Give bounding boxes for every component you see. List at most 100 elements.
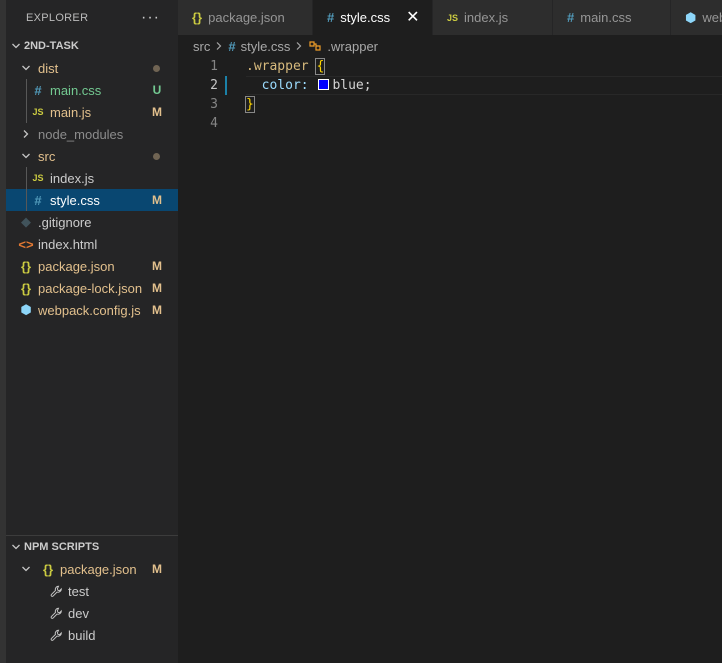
line-number: 4 xyxy=(210,116,218,131)
indent-guide xyxy=(26,167,27,189)
tab-label: package.json xyxy=(208,10,285,25)
npm-script-dev[interactable]: dev xyxy=(6,602,178,624)
git-status-badge: M xyxy=(152,193,162,207)
chevron-right-icon xyxy=(18,129,34,139)
tree-item-node-modules[interactable]: node_modules xyxy=(6,123,178,145)
npm-script-list: test dev build xyxy=(6,580,178,646)
chevron-down-icon xyxy=(18,63,34,73)
npm-scripts-header[interactable]: NPM SCRIPTS xyxy=(6,536,178,558)
npm-scripts-title: NPM SCRIPTS xyxy=(24,541,100,553)
tree-item-gitignore[interactable]: ◆ .gitignore xyxy=(6,211,178,233)
tree-item-src[interactable]: src xyxy=(6,145,178,167)
code-line-current[interactable]: 2 color: blue; xyxy=(178,76,722,95)
git-status-badge: M xyxy=(152,259,162,273)
tab-index-js[interactable]: JS index.js xyxy=(433,0,553,35)
code-editor[interactable]: 1 .wrapper { 2 color: blue; 3 } 4 xyxy=(178,57,722,663)
tab-label: style.css xyxy=(340,10,391,25)
git-status-badge: M xyxy=(152,281,162,295)
tree-item-main-js[interactable]: JS main.js M xyxy=(6,101,178,123)
code-line[interactable]: 4 xyxy=(178,114,722,133)
explorer-title: EXPLORER xyxy=(26,11,89,24)
editor-tabs: {} package.json # style.css ✕ JS index.js # main… xyxy=(178,0,722,35)
tree-item-index-js[interactable]: JS index.js xyxy=(6,167,178,189)
json-file-icon: {} xyxy=(192,10,203,25)
tab-style-css[interactable]: # style.css ✕ xyxy=(313,0,433,35)
modified-dot xyxy=(153,64,160,72)
code-line[interactable]: 1 .wrapper { xyxy=(178,57,722,76)
css-file-icon: # xyxy=(327,10,335,25)
code-line[interactable]: 3 } xyxy=(178,95,722,114)
indent-guide xyxy=(26,189,27,211)
tree-item-package-lock-json[interactable]: {} package-lock.json M xyxy=(6,277,178,299)
explorer-sidebar: EXPLORER ··· 2ND-TASK dist # main.css U JS ma… xyxy=(6,0,178,663)
chevron-right-icon xyxy=(295,41,303,51)
npm-package-label: package.json xyxy=(60,561,137,577)
tree-item-label: src xyxy=(38,148,56,164)
tab-webpack-config-js[interactable]: ⬢ webpack.config.js xyxy=(671,0,722,35)
js-file-icon: JS xyxy=(32,173,44,183)
npm-script-label: build xyxy=(68,627,96,643)
tree-item-label: node_modules xyxy=(38,126,124,142)
project-name: 2ND-TASK xyxy=(24,40,79,52)
webpack-file-icon: ⬢ xyxy=(685,9,697,25)
tree-item-label: style.css xyxy=(50,192,100,208)
chevron-down-icon xyxy=(8,41,24,51)
tree-item-label: dist xyxy=(38,60,59,76)
git-status-badge: M xyxy=(152,105,162,119)
breadcrumb: src # style.css .wrapper xyxy=(178,35,722,57)
tab-label: webpack.config.js xyxy=(702,10,722,25)
js-file-icon: JS xyxy=(32,107,44,117)
tree-item-style-css[interactable]: # style.css M xyxy=(6,189,178,211)
chevron-down-icon xyxy=(18,564,34,574)
modified-dot xyxy=(153,152,160,160)
symbol-class-icon xyxy=(308,39,322,53)
tree-item-label: package.json xyxy=(38,258,115,274)
tree-item-label: index.js xyxy=(50,170,95,186)
chevron-down-icon xyxy=(8,542,24,552)
breadcrumb-file[interactable]: style.css xyxy=(241,39,291,54)
tree-item-main-css[interactable]: # main.css U xyxy=(6,79,178,101)
css-property: color: xyxy=(261,78,309,93)
tree-item-label: index.html xyxy=(38,236,98,252)
css-value: blue; xyxy=(332,78,372,93)
wrench-icon xyxy=(48,629,64,642)
tab-main-css[interactable]: # main.css xyxy=(553,0,671,35)
json-file-icon: {} xyxy=(20,258,32,274)
indent-guide xyxy=(26,79,27,101)
tree-item-webpack-config-js[interactable]: ⬢ webpack.config.js M xyxy=(6,299,178,321)
more-actions-icon[interactable]: ··· xyxy=(141,9,160,27)
css-file-icon: # xyxy=(34,82,42,98)
webpack-file-icon: ⬢ xyxy=(20,302,32,317)
breadcrumb-folder[interactable]: src xyxy=(193,39,210,54)
tree-item-package-json[interactable]: {} package.json M xyxy=(6,255,178,277)
git-file-icon: ◆ xyxy=(21,214,31,229)
line-number: 3 xyxy=(210,97,218,112)
css-file-icon: # xyxy=(228,38,236,54)
color-swatch[interactable] xyxy=(318,79,330,90)
close-icon[interactable]: ✕ xyxy=(406,9,419,26)
explorer-header: EXPLORER ··· xyxy=(6,0,178,35)
npm-package-item[interactable]: {} package.json M xyxy=(6,558,178,580)
git-status-badge: M xyxy=(152,303,162,317)
tree-item-label: webpack.config.js xyxy=(38,302,141,318)
breadcrumb-symbol[interactable]: .wrapper xyxy=(327,39,378,54)
line-number: 2 xyxy=(210,78,218,93)
tab-package-json[interactable]: {} package.json xyxy=(178,0,313,35)
tree-item-dist[interactable]: dist xyxy=(6,57,178,79)
chevron-down-icon xyxy=(18,151,34,161)
npm-script-build[interactable]: build xyxy=(6,624,178,646)
html-file-icon: <> xyxy=(18,236,34,252)
css-selector: .wrapper xyxy=(246,59,309,74)
npm-script-label: test xyxy=(68,583,89,599)
wrench-icon xyxy=(48,585,64,598)
tree-item-index-html[interactable]: <> index.html xyxy=(6,233,178,255)
git-status-badge: M xyxy=(152,562,162,576)
git-status-badge: U xyxy=(152,83,162,97)
project-section-header[interactable]: 2ND-TASK xyxy=(6,35,178,57)
close-brace: } xyxy=(245,96,255,113)
tree-item-label: package-lock.json xyxy=(38,280,143,296)
tree-item-label: main.js xyxy=(50,104,92,120)
npm-scripts-section: NPM SCRIPTS {} package.json M test dev bui… xyxy=(6,535,178,646)
npm-script-test[interactable]: test xyxy=(6,580,178,602)
open-brace: { xyxy=(315,58,326,75)
